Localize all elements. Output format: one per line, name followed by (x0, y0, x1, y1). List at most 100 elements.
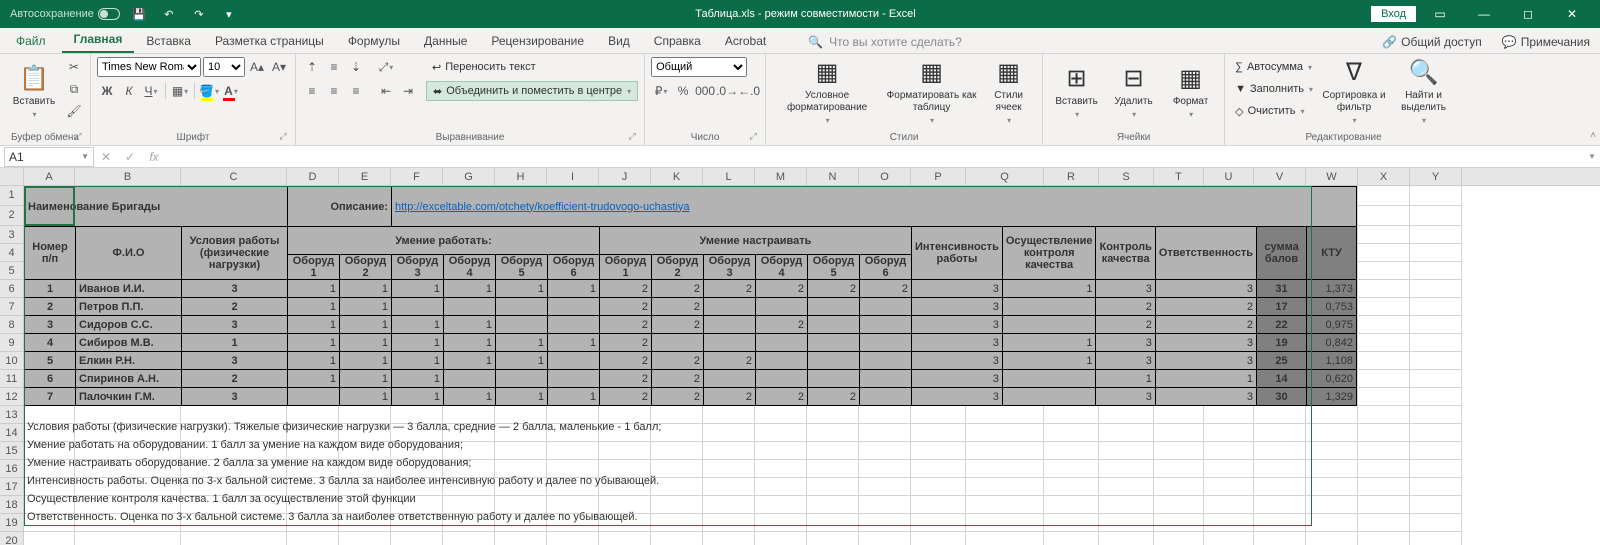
row-header[interactable]: 6 (0, 280, 24, 298)
cell[interactable] (807, 460, 859, 478)
tab-справка[interactable]: Справка (642, 29, 713, 53)
format-painter-icon[interactable]: 🖌 (64, 101, 84, 121)
cell[interactable] (1306, 406, 1358, 424)
cell[interactable] (1254, 514, 1306, 532)
cell[interactable] (1254, 442, 1306, 460)
increase-decimal-icon[interactable]: .0→ (717, 81, 737, 101)
row-header[interactable]: 2 (0, 206, 24, 226)
cell[interactable] (651, 532, 703, 545)
cell[interactable] (807, 406, 859, 424)
cell[interactable] (755, 460, 807, 478)
cell[interactable] (703, 478, 755, 496)
cell[interactable] (1358, 352, 1410, 370)
column-header[interactable]: L (703, 168, 755, 185)
align-middle-icon[interactable]: ≡ (324, 57, 344, 77)
cell[interactable] (1204, 460, 1254, 478)
autosum-button[interactable]: ∑Автосумма▾ (1231, 57, 1317, 77)
cell[interactable] (495, 532, 547, 545)
cell[interactable] (1410, 280, 1462, 298)
tab-главная[interactable]: Главная (62, 27, 135, 53)
name-box[interactable]: A1▼ (4, 147, 94, 167)
cell-styles-button[interactable]: ▦Стили ячеек▾ (981, 57, 1036, 127)
cell[interactable] (1358, 388, 1410, 406)
column-header[interactable]: S (1099, 168, 1154, 185)
qat-customize-icon[interactable]: ▾ (218, 3, 240, 25)
cell[interactable] (1099, 478, 1154, 496)
cell[interactable] (391, 532, 443, 545)
cell[interactable] (1254, 478, 1306, 496)
cell[interactable] (1204, 514, 1254, 532)
cell[interactable] (1358, 442, 1410, 460)
cell[interactable] (807, 424, 859, 442)
cell[interactable] (1410, 186, 1462, 206)
cell[interactable] (911, 406, 966, 424)
row-header[interactable]: 19 (0, 514, 24, 532)
cell[interactable] (1410, 460, 1462, 478)
cell[interactable] (1358, 244, 1410, 262)
italic-icon[interactable]: К (119, 81, 139, 101)
cell[interactable] (859, 406, 911, 424)
accounting-format-icon[interactable]: ₽▾ (651, 81, 671, 101)
cell[interactable] (1358, 532, 1410, 545)
tab-вид[interactable]: Вид (596, 29, 642, 53)
enter-formula-icon[interactable]: ✓ (118, 147, 142, 167)
cell[interactable] (547, 532, 599, 545)
cell[interactable] (1410, 298, 1462, 316)
row-header[interactable]: 13 (0, 406, 24, 424)
ribbon-display-icon[interactable]: ▭ (1420, 0, 1460, 28)
cell[interactable] (966, 460, 1044, 478)
cell[interactable] (966, 406, 1044, 424)
autosave-toggle[interactable]: Автосохранение (10, 8, 120, 20)
cell[interactable] (1099, 532, 1154, 545)
row-header[interactable]: 7 (0, 298, 24, 316)
cell[interactable] (1099, 442, 1154, 460)
cell[interactable] (703, 442, 755, 460)
cell[interactable] (1154, 532, 1204, 545)
cell[interactable] (1044, 496, 1099, 514)
cell[interactable] (1044, 460, 1099, 478)
cell[interactable] (1358, 316, 1410, 334)
cell[interactable] (1099, 406, 1154, 424)
column-header[interactable]: M (755, 168, 807, 185)
cell[interactable] (807, 478, 859, 496)
cell[interactable] (1204, 496, 1254, 514)
cell[interactable] (1254, 424, 1306, 442)
share-button[interactable]: 🔗Общий доступ (1372, 31, 1492, 53)
cell[interactable] (1358, 206, 1410, 226)
cell[interactable] (1358, 496, 1410, 514)
cell[interactable] (859, 514, 911, 532)
row-header[interactable]: 8 (0, 316, 24, 334)
cell[interactable] (911, 496, 966, 514)
cell[interactable] (1254, 460, 1306, 478)
cell[interactable] (911, 478, 966, 496)
tab-вставка[interactable]: Вставка (134, 29, 203, 53)
cell[interactable] (859, 532, 911, 545)
cell[interactable] (966, 514, 1044, 532)
cell[interactable] (755, 496, 807, 514)
cell[interactable] (1410, 226, 1462, 244)
column-header[interactable]: W (1306, 168, 1358, 185)
column-header[interactable]: H (495, 168, 547, 185)
cell[interactable] (443, 532, 495, 545)
row-header[interactable]: 14 (0, 424, 24, 442)
cell[interactable] (807, 496, 859, 514)
dialog-launcher-icon[interactable]: ⤢ (626, 131, 638, 143)
cell[interactable] (1306, 514, 1358, 532)
cell[interactable] (966, 478, 1044, 496)
row-header[interactable]: 11 (0, 370, 24, 388)
column-header[interactable]: O (859, 168, 911, 185)
cell[interactable] (755, 514, 807, 532)
cell[interactable] (1410, 206, 1462, 226)
cell[interactable] (966, 424, 1044, 442)
cell[interactable] (1154, 478, 1204, 496)
cell[interactable] (287, 532, 339, 545)
column-header[interactable]: Q (966, 168, 1044, 185)
cell[interactable] (1410, 442, 1462, 460)
row-header[interactable]: 15 (0, 442, 24, 460)
row-header[interactable]: 4 (0, 244, 24, 262)
column-header[interactable]: A (24, 168, 75, 185)
cell[interactable] (1410, 424, 1462, 442)
cell[interactable] (1410, 262, 1462, 280)
cell[interactable] (1099, 424, 1154, 442)
percent-icon[interactable]: % (673, 81, 693, 101)
